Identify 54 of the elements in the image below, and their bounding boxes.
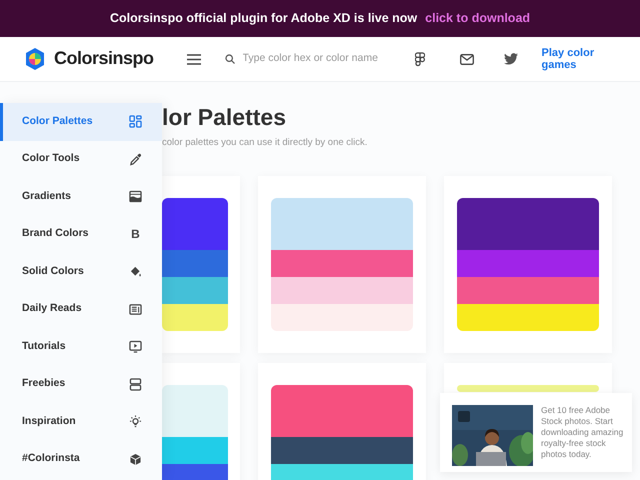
bulb-icon	[129, 415, 142, 428]
letter-icon: B	[129, 228, 142, 240]
layout-icon	[129, 378, 142, 391]
newspaper-icon	[129, 302, 142, 316]
color-swatch[interactable]	[162, 437, 228, 464]
play-games-link[interactable]: Play color games	[542, 46, 622, 72]
sidebar-item[interactable]: Daily Reads	[0, 290, 162, 328]
color-swatch[interactable]	[457, 250, 599, 278]
ad-card[interactable]: Get 10 free Adobe Stock photos. Start downloading amazing royalty-free stock photos today.	[440, 393, 632, 472]
color-swatch[interactable]	[271, 385, 413, 438]
sidebar-item[interactable]: Gradients	[0, 178, 162, 216]
palette-card[interactable]	[444, 176, 612, 354]
mail-icon[interactable]	[460, 54, 474, 64]
logo-icon	[24, 47, 46, 71]
sidebar-item[interactable]: Tutorials	[0, 328, 162, 366]
sidebar-item[interactable]: Brand Colors B	[0, 216, 162, 253]
palette-card[interactable]	[162, 176, 240, 354]
figma-icon[interactable]	[414, 52, 425, 66]
eyedropper-icon	[129, 152, 142, 166]
color-swatch[interactable]	[162, 385, 228, 438]
sidebar-item[interactable]: #Colorinsta	[0, 440, 162, 478]
search-field[interactable]: Type color hex or color name	[242, 51, 393, 67]
color-swatch[interactable]	[271, 198, 413, 250]
play-screen-icon	[129, 340, 142, 354]
sidebar-item[interactable]: Color Tools	[0, 140, 162, 178]
color-swatch[interactable]	[271, 250, 413, 278]
color-swatch[interactable]	[162, 304, 228, 332]
color-swatch[interactable]	[457, 277, 599, 304]
sidebar-item[interactable]: Freebies	[0, 366, 162, 403]
color-swatch[interactable]	[162, 250, 228, 278]
color-swatch[interactable]	[271, 277, 413, 304]
sidebar-item[interactable]: Inspiration	[0, 403, 162, 440]
color-swatch[interactable]	[457, 304, 599, 332]
color-swatch[interactable]	[162, 277, 228, 304]
ad-text: Get 10 free Adobe Stock photos. Start downloading amazing royalty-free stock photos today.	[541, 405, 624, 462]
sidebar-item[interactable]: Solid Colors	[0, 253, 162, 290]
color-swatch[interactable]	[457, 385, 599, 392]
bird-icon[interactable]	[504, 53, 518, 65]
menu-icon[interactable]	[186, 54, 201, 64]
color-swatch[interactable]	[457, 198, 599, 250]
search-icon	[224, 54, 235, 64]
sidebar-item[interactable]: Color Palettes	[0, 103, 162, 140]
cube-icon	[129, 452, 142, 466]
page-heading: lor Palettes	[162, 103, 287, 132]
logo-text: Colorsinspo	[54, 48, 154, 70]
color-swatch[interactable]	[271, 304, 413, 332]
download-link[interactable]: click to download	[425, 9, 530, 28]
color-swatch[interactable]	[271, 437, 413, 464]
image-icon	[129, 190, 142, 204]
grid-icon	[129, 115, 142, 128]
page-subtitle: color palettes you can use it directly by one click.	[162, 136, 368, 150]
color-swatch[interactable]	[162, 198, 228, 250]
paint-bucket-icon	[129, 265, 142, 278]
banner-text: Colorsinspo official plugin for Adobe XD is live now	[110, 10, 418, 28]
